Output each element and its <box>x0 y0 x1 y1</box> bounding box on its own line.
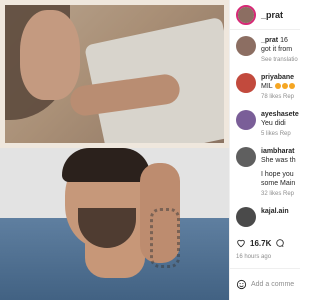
post-timestamp: 16 hours ago <box>236 254 272 260</box>
emoji-icon[interactable] <box>236 279 247 290</box>
post-photo-top <box>0 0 229 148</box>
comment-avatar[interactable] <box>236 110 256 130</box>
comment-composer: Add a comme <box>230 268 300 300</box>
reply-link[interactable]: Rep <box>283 94 294 100</box>
emoji-icon <box>289 83 296 90</box>
add-comment-input[interactable]: Add a comme <box>251 281 294 288</box>
heart-icon[interactable] <box>236 238 246 248</box>
comment-text: She was th <box>261 157 296 164</box>
comment-text-line3: some Main <box>261 180 296 187</box>
comment-avatar[interactable] <box>236 73 256 93</box>
comment-likes[interactable]: 32 likes <box>261 191 281 197</box>
comment-username[interactable]: ayeshasete <box>261 111 299 118</box>
comment-username[interactable]: iambharat <box>261 148 294 155</box>
comment-item: priyabane MIL 78 likes Rep <box>230 73 300 100</box>
emoji-icon <box>275 83 282 90</box>
comment-likes[interactable]: 5 likes <box>261 131 278 137</box>
comment-text: Yeu didi <box>261 120 286 127</box>
author-avatar[interactable] <box>236 4 256 25</box>
comment-username[interactable]: _prat <box>261 37 278 44</box>
see-translation-link[interactable]: See translatio <box>261 57 298 63</box>
comment-text-line2: I hope you <box>261 171 294 178</box>
reply-link[interactable]: Rep <box>280 131 291 137</box>
like-count[interactable]: 16.7K <box>250 239 271 248</box>
comment-text-line2: got it from <box>261 46 293 53</box>
comment-username[interactable]: priyabane <box>261 74 294 81</box>
comment-caption: _prat 16 got it from See translatio <box>230 36 300 63</box>
comment-username[interactable]: kajal.ain <box>261 208 289 215</box>
comment-avatar[interactable] <box>236 147 256 167</box>
comment-item: kajal.ain <box>230 207 300 227</box>
comment-likes[interactable]: 78 likes <box>261 94 281 100</box>
author-username[interactable]: _prat <box>261 10 283 20</box>
emoji-icon <box>282 83 289 90</box>
comment-icon[interactable] <box>275 238 285 248</box>
comment-text: MIL <box>261 83 273 90</box>
reply-link[interactable]: Rep <box>283 191 294 197</box>
post-media[interactable] <box>0 0 229 300</box>
comment-text: 16 <box>280 37 288 44</box>
comment-avatar[interactable] <box>236 207 256 227</box>
post-actions: 16.7K <box>230 236 300 250</box>
post-photo-bottom <box>0 148 229 300</box>
post-sidebar: _prat _prat 16 got it from See translati… <box>229 0 300 300</box>
comment-avatar[interactable] <box>236 36 256 56</box>
comment-item: ayeshasete Yeu didi 5 likes Rep <box>230 110 300 137</box>
comment-item: iambharat She was th I hope you some Mai… <box>230 147 300 197</box>
post-header: _prat <box>230 0 300 30</box>
